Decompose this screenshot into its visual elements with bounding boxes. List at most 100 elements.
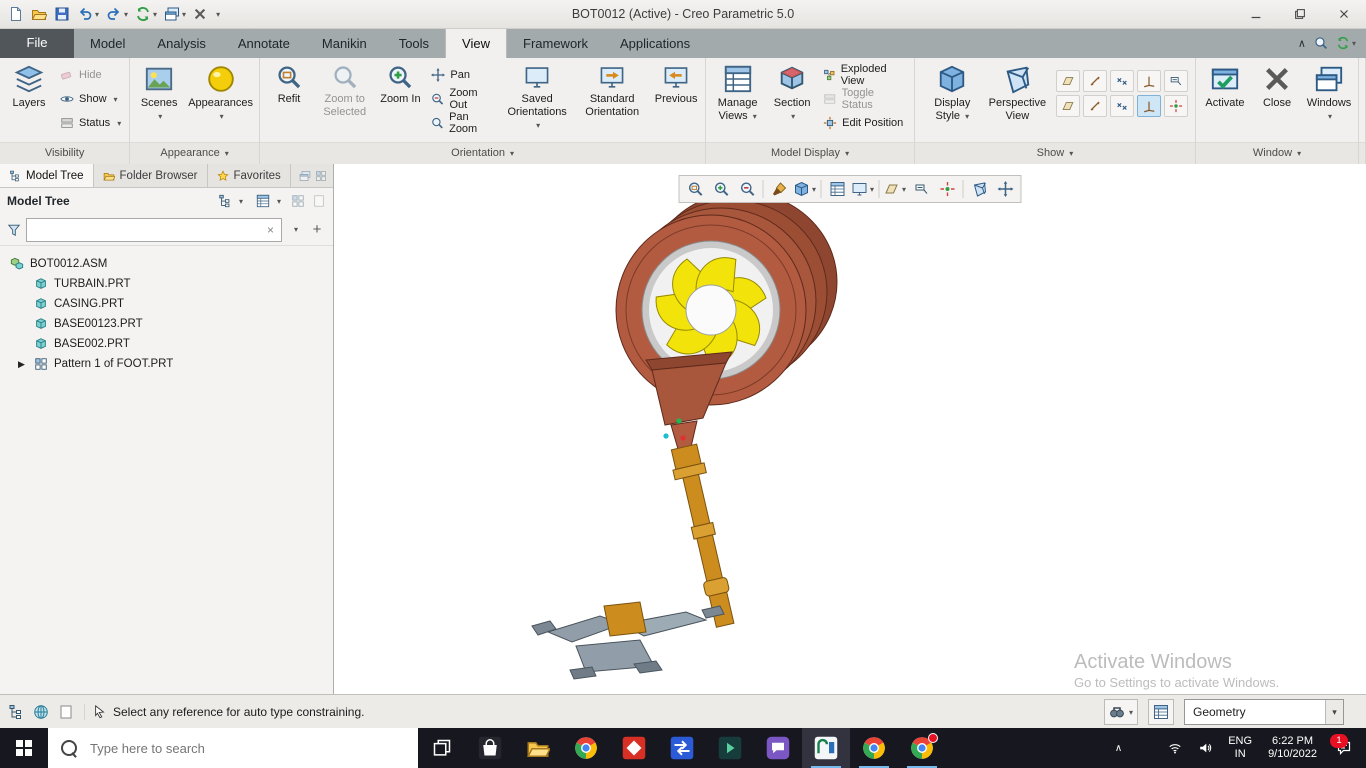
redo-caret[interactable]: ▾ <box>124 10 128 19</box>
regenerate-caret[interactable]: ▾ <box>153 10 157 19</box>
annotation-display-icon[interactable] <box>909 178 934 200</box>
filter-clear-icon[interactable]: × <box>265 223 276 237</box>
tab-model-tree[interactable]: Model Tree <box>0 164 94 187</box>
task-view-button[interactable] <box>418 728 466 768</box>
wifi-icon[interactable] <box>1161 728 1189 768</box>
undo-caret[interactable]: ▾ <box>95 10 99 19</box>
zoom-in-button[interactable]: Zoom In <box>374 60 426 110</box>
find-tool-button[interactable]: ▾ <box>1103 699 1138 725</box>
notification-center-button[interactable]: 1 <box>1326 728 1362 768</box>
verify-tool-button[interactable] <box>1148 699 1174 725</box>
microsoft-store-button[interactable] <box>466 728 514 768</box>
edit-position-button[interactable]: Edit Position <box>820 113 909 133</box>
filter-history-dropdown[interactable]: ▾ <box>287 220 303 240</box>
tab-framework[interactable]: Framework <box>507 29 604 58</box>
perspective-view-button[interactable]: Perspective View <box>987 60 1048 127</box>
pan-zoom-button[interactable]: Pan Zoom <box>428 111 498 135</box>
creo-taskbar-button[interactable] <box>802 728 850 768</box>
filter-add-button[interactable]: + <box>308 221 326 238</box>
tree-row-part[interactable]: BASE00123.PRT <box>0 314 333 334</box>
csys-tag-toggle[interactable] <box>1137 95 1161 117</box>
media-app-button[interactable] <box>706 728 754 768</box>
perspective-graphics-icon[interactable] <box>967 178 992 200</box>
panel-detach-icon[interactable] <box>299 170 311 182</box>
datum-display-filters-icon[interactable]: ▾ <box>883 178 908 200</box>
clock[interactable]: 6:22 PM 9/10/2022 <box>1261 735 1324 761</box>
point-tag-toggle[interactable] <box>1110 95 1134 117</box>
tab-analysis[interactable]: Analysis <box>141 29 221 58</box>
chrome-window2-button[interactable] <box>850 728 898 768</box>
tree-row-pattern[interactable]: ▶ Pattern 1 of FOOT.PRT <box>0 354 333 374</box>
scenes-button[interactable]: Scenes ▾ <box>133 60 185 127</box>
taskbar-search-input[interactable] <box>88 739 405 757</box>
transfer-app-button[interactable] <box>658 728 706 768</box>
open-file-button[interactable] <box>28 3 50 25</box>
activate-button[interactable]: Activate <box>1199 60 1251 114</box>
zoom-in-graphics-icon[interactable] <box>709 178 734 200</box>
exploded-view-button[interactable]: Exploded View <box>820 63 909 87</box>
model-tree-toggle-icon[interactable] <box>8 704 24 720</box>
refit-graphics-icon[interactable] <box>683 178 708 200</box>
diamond-app-button[interactable] <box>610 728 658 768</box>
tree-columns-button[interactable]: ▾ <box>253 191 284 211</box>
taskbar-search[interactable] <box>48 728 418 768</box>
file-explorer-button[interactable] <box>514 728 562 768</box>
session-sync-icon[interactable]: ▾ <box>1336 36 1356 50</box>
tree-row-part[interactable]: TURBAIN.PRT <box>0 274 333 294</box>
network-icon[interactable] <box>1131 728 1159 768</box>
point-display-toggle[interactable] <box>1110 70 1134 92</box>
filter-funnel-icon[interactable] <box>7 223 21 237</box>
tree-collapse-all-icon[interactable] <box>312 194 326 208</box>
selection-filter-dropdown[interactable]: Geometry ▾ <box>1184 699 1344 725</box>
manage-views-button[interactable]: Manage Views ▾ <box>709 60 766 127</box>
tab-view[interactable]: View <box>445 28 507 58</box>
status-button[interactable]: Status ▾ <box>57 113 124 133</box>
section-button[interactable]: Section ▾ <box>766 60 818 127</box>
regenerate-button[interactable]: ▾ <box>132 3 160 25</box>
tab-folder-browser[interactable]: Folder Browser <box>94 164 208 187</box>
tab-file[interactable]: File <box>0 28 74 58</box>
show-button[interactable]: Show ▾ <box>57 89 124 109</box>
plane-display-toggle[interactable] <box>1056 70 1080 92</box>
turbine-assembly-model[interactable] <box>334 164 1366 694</box>
pan-button[interactable]: Pan <box>428 65 498 85</box>
layers-button[interactable]: Layers <box>3 60 55 114</box>
zoom-out-button[interactable]: Zoom Out <box>428 87 498 111</box>
orient-mode-icon[interactable] <box>993 178 1018 200</box>
selection-filter-caret[interactable]: ▾ <box>1325 700 1343 724</box>
tree-row-part[interactable]: CASING.PRT <box>0 294 333 314</box>
command-search-icon[interactable] <box>1314 36 1328 50</box>
spin-center-icon[interactable] <box>935 178 960 200</box>
language-indicator[interactable]: ENG IN <box>1221 735 1259 761</box>
new-file-button[interactable] <box>5 3 27 25</box>
close-window-ribbon-button[interactable]: Close <box>1251 60 1303 114</box>
volume-icon[interactable] <box>1191 728 1219 768</box>
tab-applications[interactable]: Applications <box>604 29 706 58</box>
annotation-display-toggle[interactable] <box>1164 70 1188 92</box>
graphics-area[interactable]: ▾ ▾ ▾ Activate Windows Go to Settings to… <box>334 164 1366 694</box>
tree-row-assembly[interactable]: BOT0012.ASM <box>0 254 333 274</box>
tab-model[interactable]: Model <box>74 29 141 58</box>
windows-button[interactable]: Windows ▾ <box>1303 60 1355 127</box>
chat-app-button[interactable] <box>754 728 802 768</box>
restore-button[interactable] <box>1278 0 1322 28</box>
plane-tag-toggle[interactable] <box>1056 95 1080 117</box>
display-style-graphics-icon[interactable]: ▾ <box>793 178 818 200</box>
appearances-button[interactable]: Appearances ▾ <box>185 60 256 127</box>
window-switch-caret[interactable]: ▾ <box>182 10 186 19</box>
tray-expand-icon[interactable]: ∧ <box>1108 728 1129 768</box>
spin-center-toggle[interactable] <box>1164 95 1188 117</box>
repaint-icon[interactable] <box>767 178 792 200</box>
tab-tools[interactable]: Tools <box>383 29 445 58</box>
chrome-button[interactable] <box>562 728 610 768</box>
panel-options-icon[interactable] <box>315 170 327 182</box>
standard-orientation-button[interactable]: Standard Orientation <box>574 60 650 123</box>
tab-favorites[interactable]: Favorites <box>208 164 291 187</box>
saved-orientations-button[interactable]: Saved Orientations ▾ <box>500 60 574 136</box>
expand-arrow-icon[interactable]: ▶ <box>18 359 28 370</box>
tree-expand-all-icon[interactable] <box>291 194 305 208</box>
undo-button[interactable]: ▾ <box>74 3 102 25</box>
window-switch-button[interactable]: ▾ <box>161 3 189 25</box>
close-window-button[interactable] <box>190 3 210 25</box>
redo-button[interactable]: ▾ <box>103 3 131 25</box>
